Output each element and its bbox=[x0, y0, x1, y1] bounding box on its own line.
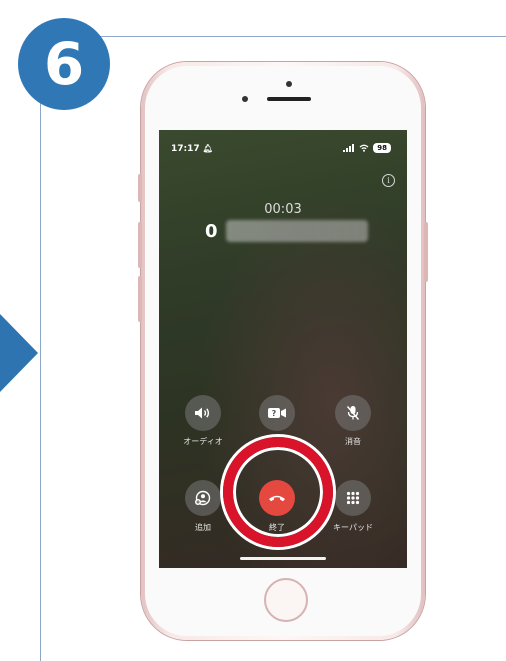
frame-line-top bbox=[96, 36, 506, 37]
caller-number-blurred bbox=[225, 220, 368, 242]
front-camera bbox=[286, 81, 292, 87]
canvas: 6 17:17 🔔︎ 98 i 00:03 0 オーディオ ? 消音 追加 終了… bbox=[0, 0, 506, 661]
speaker-icon bbox=[195, 407, 210, 419]
end-call-button[interactable] bbox=[259, 480, 295, 516]
mute-label: 消音 bbox=[345, 437, 361, 446]
step-badge: 6 bbox=[18, 18, 110, 110]
caller-number: 0 bbox=[205, 220, 368, 242]
battery-badge: 98 bbox=[373, 143, 391, 153]
status-icons: 98 bbox=[343, 143, 391, 153]
volume-down-button bbox=[138, 276, 142, 322]
call-timer: 00:03 bbox=[264, 202, 302, 217]
power-button bbox=[424, 222, 428, 282]
arrow-right-icon bbox=[0, 314, 38, 392]
add-label: 追加 bbox=[195, 523, 211, 532]
earpiece-speaker bbox=[267, 97, 311, 101]
keypad-button[interactable] bbox=[335, 480, 371, 516]
mic-slash-icon bbox=[346, 406, 360, 420]
audio-label: オーディオ bbox=[183, 437, 223, 446]
caller-number-visible: 0 bbox=[205, 220, 218, 242]
mute-switch bbox=[138, 174, 142, 202]
volume-up-button bbox=[138, 222, 142, 268]
facetime-icon: ? bbox=[268, 408, 286, 418]
home-indicator bbox=[240, 557, 326, 560]
phone-screen: 17:17 🔔︎ 98 i 00:03 0 オーディオ ? 消音 追加 終了 キ… bbox=[159, 130, 407, 568]
bell-icon: 🔔︎ bbox=[202, 144, 213, 153]
end-label: 終了 bbox=[269, 523, 285, 532]
signal-icon bbox=[343, 144, 355, 152]
keypad-label: キーパッド bbox=[333, 523, 373, 532]
add-call-button[interactable] bbox=[185, 480, 221, 516]
frame-line-left bbox=[40, 74, 41, 661]
home-button[interactable] bbox=[264, 578, 308, 622]
proximity-sensor bbox=[242, 96, 248, 102]
mute-button[interactable] bbox=[335, 395, 371, 431]
info-icon[interactable]: i bbox=[382, 174, 395, 187]
svg-text:?: ? bbox=[272, 409, 277, 418]
keypad-icon bbox=[346, 491, 360, 505]
wifi-icon bbox=[359, 144, 369, 152]
facetime-button[interactable]: ? bbox=[259, 395, 295, 431]
phone-hangup-icon bbox=[269, 495, 285, 502]
add-call-icon bbox=[195, 490, 211, 506]
status-time: 17:17 🔔︎ bbox=[171, 144, 213, 154]
audio-button[interactable] bbox=[185, 395, 221, 431]
